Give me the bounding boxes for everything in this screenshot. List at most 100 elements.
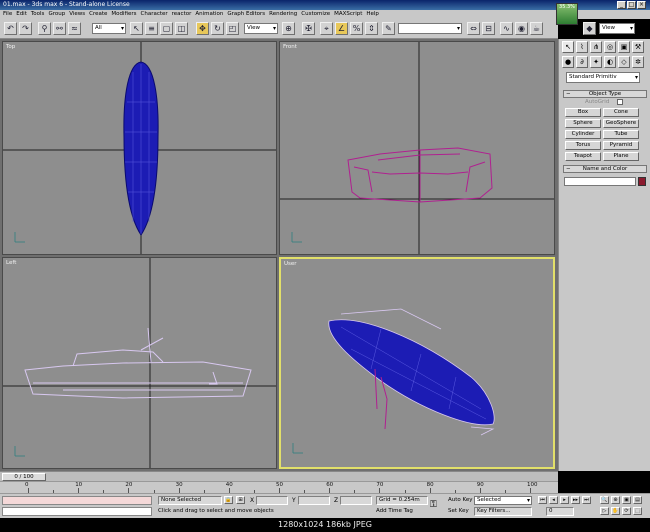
cameras-icon[interactable]: ◐ (604, 56, 616, 68)
go-to-end-icon[interactable]: ⏭ (582, 496, 591, 504)
menu-tools[interactable]: Tools (31, 10, 45, 19)
menu-edit[interactable]: Edit (16, 10, 27, 19)
maximize-button[interactable]: □ (627, 1, 636, 9)
viewport-front[interactable]: Front (279, 41, 555, 255)
time-slider[interactable]: 0 / 100 (0, 471, 558, 481)
undo-icon[interactable]: ↶ (4, 22, 17, 35)
material-editor-icon[interactable]: ◉ (515, 22, 528, 35)
redo-icon[interactable]: ↷ (19, 22, 32, 35)
menu-modifiers[interactable]: Modifiers (111, 10, 136, 19)
primitive-category-dropdown[interactable]: Standard Primitiv (566, 72, 640, 83)
menu-maxscript[interactable]: MAXScript (334, 10, 362, 19)
viewport-user[interactable]: User (279, 257, 555, 469)
systems-icon[interactable]: ✲ (632, 56, 644, 68)
arc-rotate-icon[interactable]: ⟳ (622, 507, 631, 515)
rect-selection-icon[interactable]: ▢ (160, 22, 173, 35)
maxscript-listener[interactable] (2, 496, 152, 505)
ref-coord-dropdown[interactable]: View (244, 23, 278, 34)
menu-create[interactable]: Create (89, 10, 107, 19)
menu-file[interactable]: File (3, 10, 12, 19)
pyramid-button[interactable]: Pyramid (603, 141, 639, 150)
unlink-icon[interactable]: ⚯ (53, 22, 66, 35)
box-button[interactable]: Box (565, 108, 601, 117)
viewport-left[interactable]: Left (2, 257, 277, 469)
mirror-icon[interactable]: ⇔ (467, 22, 480, 35)
shapes-icon[interactable]: ∂ (576, 56, 588, 68)
hierarchy-tab-icon[interactable]: ⋔ (590, 41, 602, 53)
maxscript-input[interactable] (2, 507, 152, 516)
render-type-dropdown[interactable]: View (599, 23, 635, 34)
maximize-viewport-icon[interactable]: ⬚ (633, 507, 642, 515)
modify-tab-icon[interactable]: ⌇ (576, 41, 588, 53)
link-icon[interactable]: ⚲ (38, 22, 51, 35)
menu-reactor[interactable]: reactor (172, 10, 192, 19)
name-color-rollout-header[interactable]: Name and Color (563, 165, 647, 173)
pivot-center-icon[interactable]: ⊕ (282, 22, 295, 35)
select-manipulate-icon[interactable]: ✠ (302, 22, 315, 35)
z-coordinate-field[interactable] (340, 496, 372, 505)
named-sel-icon[interactable]: ✎ (382, 22, 395, 35)
cylinder-button[interactable]: Cylinder (565, 130, 601, 139)
cone-button[interactable]: Cone (603, 108, 639, 117)
curve-editor-icon[interactable]: ∿ (500, 22, 513, 35)
geosphere-button[interactable]: GeoSphere (603, 119, 639, 128)
menu-rendering[interactable]: Rendering (269, 10, 297, 19)
zoom-all-icon[interactable]: ⊕ (611, 496, 620, 504)
auto-key-button[interactable]: Auto Key (448, 497, 473, 503)
bind-space-warp-icon[interactable]: ≈ (68, 22, 81, 35)
zoom-extents-icon[interactable]: ▣ (622, 496, 631, 504)
key-filters-button[interactable]: Key Filters... (474, 507, 532, 516)
zoom-extents-all-icon[interactable]: ▤ (633, 496, 642, 504)
go-to-start-icon[interactable]: ⏮ (538, 496, 547, 504)
viewport-top[interactable]: Top (2, 41, 277, 255)
angle-snap-icon[interactable]: ∠ (335, 22, 348, 35)
time-slider-knob[interactable]: 0 / 100 (2, 473, 46, 481)
previous-frame-icon[interactable]: ◂ (549, 496, 558, 504)
render-scene-icon[interactable]: ☕ (530, 22, 543, 35)
lights-icon[interactable]: ✦ (590, 56, 602, 68)
key-mode-dropdown[interactable]: Selected (474, 496, 532, 505)
selection-filter-dropdown[interactable]: All (92, 23, 126, 34)
select-object-icon[interactable]: ↖ (130, 22, 143, 35)
plane-button[interactable]: Plane (603, 152, 639, 161)
utilities-tab-icon[interactable]: ⚒ (632, 41, 644, 53)
menu-views[interactable]: Views (69, 10, 85, 19)
geometry-icon[interactable]: ● (562, 56, 574, 68)
zoom-icon[interactable]: 🔍 (600, 496, 609, 504)
current-frame-field[interactable]: 0 (546, 507, 574, 516)
rotate-icon[interactable]: ↻ (211, 22, 224, 35)
window-crossing-icon[interactable]: ◫ (175, 22, 188, 35)
menu-graph-editors[interactable]: Graph Editors (227, 10, 265, 19)
set-key-button[interactable]: Set Key (448, 508, 469, 514)
next-frame-icon[interactable]: ▸▸ (571, 496, 580, 504)
autogrid-checkbox[interactable] (617, 99, 623, 105)
y-coordinate-field[interactable] (298, 496, 330, 505)
display-tab-icon[interactable]: ▣ (618, 41, 630, 53)
x-coordinate-field[interactable] (256, 496, 288, 505)
lock-selection-icon[interactable]: 🔒 (224, 496, 233, 504)
play-icon[interactable]: ▸ (560, 496, 569, 504)
motion-tab-icon[interactable]: ◎ (604, 41, 616, 53)
absolute-mode-icon[interactable]: ⊞ (236, 496, 245, 504)
torus-button[interactable]: Torus (565, 141, 601, 150)
object-name-input[interactable] (564, 177, 636, 186)
teapot-button[interactable]: Teapot (565, 152, 601, 161)
menu-customize[interactable]: Customize (301, 10, 330, 19)
percent-snap-icon[interactable]: % (350, 22, 363, 35)
snap-icon[interactable]: ⌖ (320, 22, 333, 35)
align-icon[interactable]: ⊟ (482, 22, 495, 35)
spinner-snap-icon[interactable]: ⇕ (365, 22, 378, 35)
track-bar[interactable]: 0 10 20 30 40 50 60 70 80 90 100 (0, 481, 558, 493)
sphere-button[interactable]: Sphere (565, 119, 601, 128)
quick-render-icon[interactable]: ◆ (583, 22, 596, 35)
object-type-rollout-header[interactable]: Object Type (563, 90, 647, 98)
minimize-button[interactable]: _ (617, 1, 626, 9)
move-icon[interactable]: ✥ (196, 22, 209, 35)
menu-animation[interactable]: Animation (195, 10, 223, 19)
menu-help[interactable]: Help (366, 10, 379, 19)
create-tab-icon[interactable]: ↖ (562, 41, 574, 53)
menu-character[interactable]: Character (141, 10, 168, 19)
pan-icon[interactable]: ✋ (611, 507, 620, 515)
close-button[interactable]: × (637, 1, 646, 9)
object-color-swatch[interactable] (638, 177, 646, 186)
